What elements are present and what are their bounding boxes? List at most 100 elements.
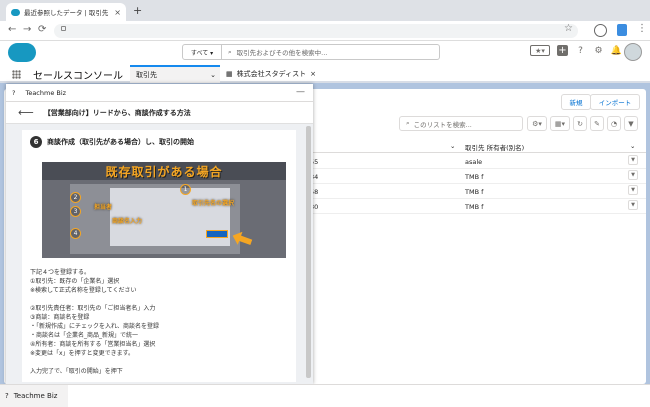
new-tab-button[interactable]: + xyxy=(133,4,142,17)
import-button[interactable]: インポート xyxy=(590,94,640,110)
description-line: ・商談名は「企業名_商品_新規」で統一 xyxy=(30,332,139,339)
forward-icon[interactable]: → xyxy=(23,24,31,35)
browser-toolbar: ← → ⟳ ☆ ⋮ xyxy=(0,21,650,41)
close-tab-icon[interactable]: × xyxy=(114,8,121,17)
callout-marker-1: 1 xyxy=(180,184,191,195)
global-actions-icon[interactable]: + xyxy=(557,45,568,56)
panel-body: ⟵ 【営業部向け】リードから、商談作成する方法 6 商談作成（取引先がある場合）… xyxy=(6,102,313,384)
row-actions-icon[interactable]: ▼ xyxy=(628,170,638,180)
panel-header: ? Teachme Biz — xyxy=(6,84,313,102)
app-name: セールスコンソール xyxy=(33,71,123,82)
salesforce-logo xyxy=(8,43,36,62)
notifications-bell-icon[interactable]: 🔔 xyxy=(611,45,622,56)
edit-list-icon[interactable]: ✎ xyxy=(590,116,604,131)
user-avatar[interactable] xyxy=(624,43,642,61)
workspace-tab-label: 株式会社スタディスト xyxy=(236,70,307,78)
extension-icon[interactable] xyxy=(617,24,627,36)
lock-icon xyxy=(61,26,66,31)
refresh-icon[interactable]: ↻ xyxy=(573,116,587,131)
callout-label-3: 商談名入力 xyxy=(112,218,143,225)
workspace-tab-accounts[interactable]: 取引先 ⌄ xyxy=(130,65,220,83)
new-button[interactable]: 新規 xyxy=(561,94,591,110)
description-line: ①取引先：既存の「企業名」選択 xyxy=(30,278,120,285)
list-settings-icon[interactable]: ⚙▾ xyxy=(527,116,547,131)
list-search-input[interactable]: ⌕ このリストを検索... xyxy=(399,116,523,131)
back-icon[interactable]: ← xyxy=(8,24,16,35)
description-line: 入力完了で、「取引の開始」を押下 xyxy=(30,368,123,375)
description-line xyxy=(30,358,292,367)
callout-marker-3: 3 xyxy=(70,206,81,217)
browser-menu-icon[interactable]: ⋮ xyxy=(637,23,647,34)
search-scope-select[interactable]: すべて ▾ xyxy=(182,44,222,60)
account-icon[interactable] xyxy=(594,24,607,37)
help-icon[interactable]: ? xyxy=(575,45,586,56)
owner-alias-cell: TMB f xyxy=(465,173,484,181)
global-search-placeholder: 取引先およびその他を検索中... xyxy=(236,49,328,57)
app-launcher-icon[interactable] xyxy=(12,70,21,79)
table-row[interactable]: 30 TMB f ▼ xyxy=(310,199,646,214)
filter-icon[interactable]: ▼ xyxy=(624,116,638,131)
address-bar[interactable] xyxy=(54,24,578,38)
chevron-down-icon[interactable]: ⌄ xyxy=(450,142,455,150)
callout-label-2: 担当者 xyxy=(94,204,113,211)
article-header: ⟵ 【営業部向け】リードから、商談作成する方法 xyxy=(6,102,313,124)
chevron-down-icon[interactable]: ⌄ xyxy=(630,142,635,150)
owner-alias-column-header[interactable]: 取引先 所有者(別名) xyxy=(465,142,524,152)
table-row[interactable]: 55 asale ▼ xyxy=(310,154,646,169)
search-icon: ⌕ xyxy=(406,119,410,127)
table-row[interactable]: 34 TMB f ▼ xyxy=(310,169,646,184)
bookmark-star-icon[interactable]: ☆ xyxy=(564,23,573,34)
article-title: 【営業部向け】リードから、商談作成する方法 xyxy=(43,108,191,117)
favorites-icon[interactable]: ★▾ xyxy=(530,45,550,56)
description-line: ④所有者：商談を所有する「営業担当名」選択 xyxy=(30,341,156,348)
description-line: ・「新規作成」にチェックを入れ、商談名を登録 xyxy=(30,323,160,330)
row-actions-icon[interactable]: ▼ xyxy=(628,155,638,165)
salesforce-favicon-icon xyxy=(11,8,20,16)
panel-scrollbar[interactable] xyxy=(306,126,311,378)
step-card: 6 商談作成（取引先がある場合）し、取引の開始 既存取引がある場合 2 3 4 … xyxy=(22,130,296,382)
search-icon: ⌕ xyxy=(228,47,232,56)
account-record-icon: ▦ xyxy=(226,70,233,78)
chevron-down-icon[interactable]: ⌄ xyxy=(210,71,216,79)
utility-item-label: Teachme Biz xyxy=(13,392,58,400)
utility-item-teachme-biz[interactable]: ? Teachme Biz xyxy=(0,385,68,407)
step-screenshot-image[interactable]: 既存取引がある場合 2 3 4 1 取引先名の選択 担当者 商談名入力 xyxy=(42,162,286,258)
description-line: ※変更は「x」を押すと変更できます。 xyxy=(30,350,134,357)
minimize-button[interactable]: — xyxy=(296,87,305,97)
console-navigation-bar: セールスコンソール 取引先 ⌄ ▦ 株式会社スタディスト × xyxy=(0,65,650,83)
chart-icon[interactable]: ◔ xyxy=(607,116,621,131)
row-actions-icon[interactable]: ▼ xyxy=(628,200,638,210)
owner-alias-cell: asale xyxy=(465,158,483,166)
help-icon: ? xyxy=(12,88,16,97)
reload-icon[interactable]: ⟳ xyxy=(38,24,46,35)
callout-marker-4: 4 xyxy=(70,228,81,239)
screenshot-banner: 既存取引がある場合 xyxy=(42,162,286,180)
description-line xyxy=(30,295,292,304)
screenshot-start-button xyxy=(206,230,228,238)
step-heading: 6 商談作成（取引先がある場合）し、取引の開始 xyxy=(30,136,194,148)
callout-label-1: 取引先名の選択 xyxy=(192,200,235,207)
description-line: ③商談：商談名を登録 xyxy=(30,314,90,321)
setup-gear-icon[interactable]: ⚙ xyxy=(593,45,604,56)
step-number-badge: 6 xyxy=(30,136,42,148)
owner-alias-cell: TMB f xyxy=(465,203,484,211)
browser-tab[interactable]: 最近参照したデータ | 取引先 | Sal × xyxy=(6,3,126,21)
table-row[interactable]: 58 TMB f ▼ xyxy=(310,184,646,199)
help-icon: ? xyxy=(5,392,9,400)
list-search-placeholder: このリストを検索... xyxy=(413,120,472,129)
callout-marker-2: 2 xyxy=(70,192,81,203)
row-actions-icon[interactable]: ▼ xyxy=(628,185,638,195)
workspace-tab-label: 取引先 xyxy=(136,71,157,79)
owner-alias-cell: TMB f xyxy=(465,188,484,196)
header-icons: ★▾ + ? ⚙ 🔔 xyxy=(530,45,622,56)
global-search-input[interactable]: ⌕ 取引先およびその他を検索中... xyxy=(222,44,440,60)
display-as-icon[interactable]: ▦▾ xyxy=(550,116,570,131)
close-tab-icon[interactable]: × xyxy=(310,70,316,78)
salesforce-header: すべて ▾ ⌕ 取引先およびその他を検索中... ★▾ + ? ⚙ 🔔 xyxy=(0,41,650,65)
workspace-tab-account-record[interactable]: ▦ 株式会社スタディスト × xyxy=(222,65,337,83)
description-line: 下記４つを登録する。 xyxy=(30,269,91,276)
step-title: 商談作成（取引先がある場合）し、取引の開始 xyxy=(47,138,194,146)
browser-tab-strip: 最近参照したデータ | 取引先 | Sal × + xyxy=(0,0,650,21)
step-description: 下記４つを登録する。 ①取引先：既存の「企業名」選択 ※検索して正式名称を登録し… xyxy=(30,268,292,376)
back-arrow-icon[interactable]: ⟵ xyxy=(18,106,34,119)
